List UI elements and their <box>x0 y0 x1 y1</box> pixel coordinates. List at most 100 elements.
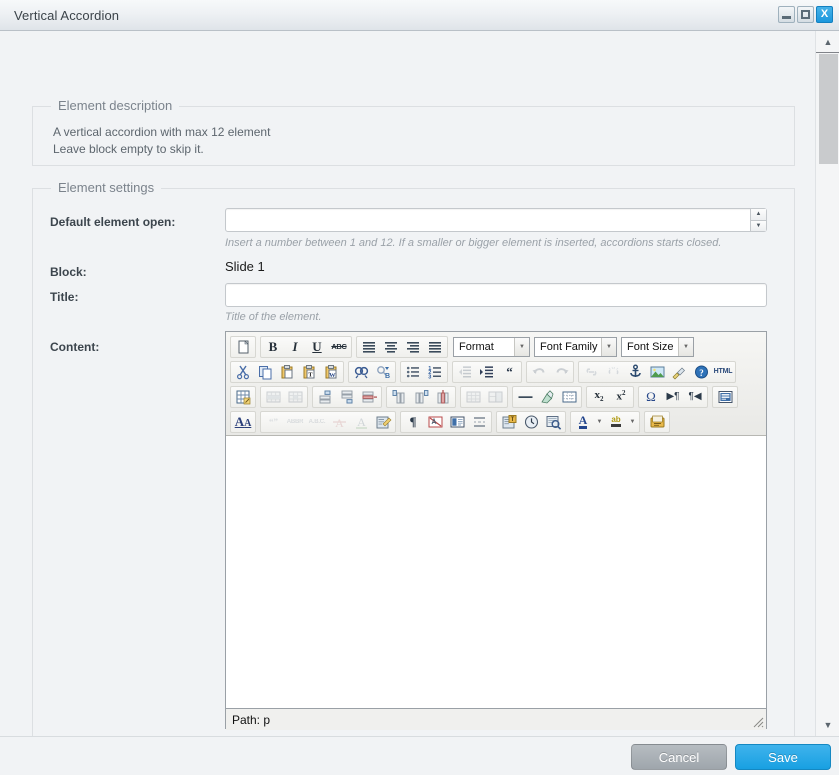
help-icon[interactable]: ? <box>690 362 712 382</box>
edit-html-icon[interactable]: HTML <box>712 362 734 382</box>
bold-icon[interactable]: B <box>262 337 284 357</box>
align-justify-icon[interactable] <box>424 337 446 357</box>
maximize-button[interactable] <box>797 6 814 23</box>
subscript-icon[interactable]: x2 <box>588 387 610 407</box>
editor-toolbar-row-4: AA “” ABBR A.B.C. A A ¶ T A ▼ ab ▼ <box>228 409 764 434</box>
attributes-icon[interactable] <box>372 412 394 432</box>
dialog-content: Element description A vertical accordion… <box>0 31 815 736</box>
copy-icon[interactable] <box>254 362 276 382</box>
align-center-icon[interactable] <box>380 337 402 357</box>
new-document-icon[interactable] <box>232 337 254 357</box>
delete-row-icon[interactable] <box>358 387 380 407</box>
redo-icon[interactable] <box>550 362 572 382</box>
special-character-icon[interactable]: Ω <box>640 387 662 407</box>
merge-cells-icon[interactable] <box>484 387 506 407</box>
acronym-icon[interactable]: A.B.C. <box>306 412 328 432</box>
bullet-list-icon[interactable] <box>402 362 424 382</box>
default-element-open-input[interactable] <box>225 208 767 232</box>
remove-format-icon[interactable] <box>536 387 558 407</box>
blockquote-icon[interactable]: “ <box>498 362 520 382</box>
chevron-down-icon[interactable]: ▼ <box>678 337 693 356</box>
background-color-icon[interactable]: ab <box>605 412 627 432</box>
rtl-icon[interactable]: ¶◀ <box>684 387 706 407</box>
outdent-icon[interactable] <box>454 362 476 382</box>
strikethrough-icon[interactable]: ABC <box>328 337 350 357</box>
styles-icon[interactable]: AA <box>232 412 254 432</box>
italic-icon[interactable]: I <box>284 337 306 357</box>
table-cell-properties-icon[interactable] <box>284 387 306 407</box>
paste-icon[interactable] <box>276 362 298 382</box>
split-cells-icon[interactable] <box>462 387 484 407</box>
ltr-icon[interactable]: ▶¶ <box>662 387 684 407</box>
underline-icon[interactable]: U <box>306 337 328 357</box>
citation-icon[interactable]: “” <box>262 412 284 432</box>
numbered-list-icon[interactable]: 123 <box>424 362 446 382</box>
align-left-icon[interactable] <box>358 337 380 357</box>
superscript-icon[interactable]: x2 <box>610 387 632 407</box>
insert-row-before-icon[interactable] <box>314 387 336 407</box>
paste-as-text-icon[interactable]: T <box>298 362 320 382</box>
cut-icon[interactable] <box>232 362 254 382</box>
toolbar-group: B <box>348 360 396 383</box>
close-button[interactable]: X <box>816 6 833 23</box>
minimize-button[interactable] <box>778 6 795 23</box>
chevron-down-icon[interactable]: ▼ <box>627 412 638 432</box>
font-size-select[interactable]: Font Size ▼ <box>621 336 694 357</box>
preview-icon[interactable] <box>542 412 564 432</box>
deletion-icon[interactable]: A <box>328 412 350 432</box>
scroll-down-arrow-icon[interactable]: ▼ <box>816 714 839 736</box>
chevron-down-icon[interactable]: ▼ <box>601 337 616 356</box>
description-line-1: A vertical accordion with max 12 element <box>53 125 271 139</box>
media-icon[interactable] <box>646 412 668 432</box>
insert-layer-icon[interactable] <box>446 412 468 432</box>
nonbreaking-icon[interactable] <box>424 412 446 432</box>
horizontal-rule-icon[interactable] <box>514 387 536 407</box>
chevron-down-icon[interactable]: ▼ <box>594 412 605 432</box>
unlink-icon[interactable] <box>602 362 624 382</box>
minimize-icon <box>782 16 791 19</box>
cleanup-icon[interactable] <box>668 362 690 382</box>
chevron-down-icon[interactable]: ▼ <box>514 337 529 356</box>
insert-template-icon[interactable]: T <box>498 412 520 432</box>
vertical-scrollbar[interactable]: ▲ ▼ <box>815 31 839 736</box>
insert-link-icon[interactable] <box>580 362 602 382</box>
abbreviation-icon[interactable]: ABBR <box>284 412 306 432</box>
page-break-icon[interactable] <box>468 412 490 432</box>
window-titlebar: Vertical Accordion X <box>0 0 839 31</box>
delete-column-icon[interactable] <box>432 387 454 407</box>
fullscreen-icon[interactable] <box>714 387 736 407</box>
align-right-icon[interactable] <box>402 337 424 357</box>
indent-icon[interactable] <box>476 362 498 382</box>
default-element-open-field[interactable]: ▲ ▼ <box>225 208 767 232</box>
scrollbar-thumb[interactable] <box>819 54 838 164</box>
svg-text:A: A <box>335 416 344 430</box>
table-row-properties-icon[interactable] <box>262 387 284 407</box>
visual-aid-icon[interactable] <box>558 387 580 407</box>
title-input[interactable] <box>225 283 767 307</box>
font-family-select[interactable]: Font Family ▼ <box>534 336 617 357</box>
insert-image-icon[interactable] <box>646 362 668 382</box>
find-icon[interactable] <box>350 362 372 382</box>
find-replace-icon[interactable]: B <box>372 362 394 382</box>
insert-column-before-icon[interactable] <box>388 387 410 407</box>
insertion-icon[interactable]: A <box>350 412 372 432</box>
insert-row-after-icon[interactable] <box>336 387 358 407</box>
scroll-up-arrow-icon[interactable]: ▲ <box>816 31 839 53</box>
default-element-open-stepper[interactable]: ▲ ▼ <box>750 209 766 231</box>
stepper-up-icon[interactable]: ▲ <box>751 209 766 221</box>
show-blocks-icon[interactable]: ¶ <box>402 412 424 432</box>
save-button[interactable]: Save <box>735 744 831 770</box>
insert-column-after-icon[interactable] <box>410 387 432 407</box>
undo-icon[interactable] <box>528 362 550 382</box>
rich-text-editor[interactable]: B I U ABC Format ▼ Font Family ▼ Font Size ▼ T W B 1 2… <box>225 331 767 730</box>
anchor-icon[interactable] <box>624 362 646 382</box>
paste-from-word-icon[interactable]: W <box>320 362 342 382</box>
cancel-button[interactable]: Cancel <box>631 744 727 770</box>
editor-content-area[interactable] <box>226 436 766 709</box>
insert-table-icon[interactable] <box>232 387 254 407</box>
insert-time-icon[interactable] <box>520 412 542 432</box>
editor-resize-handle[interactable] <box>753 717 764 728</box>
format-select[interactable]: Format ▼ <box>453 336 530 357</box>
text-color-icon[interactable]: A <box>572 412 594 432</box>
stepper-down-icon[interactable]: ▼ <box>751 220 766 231</box>
